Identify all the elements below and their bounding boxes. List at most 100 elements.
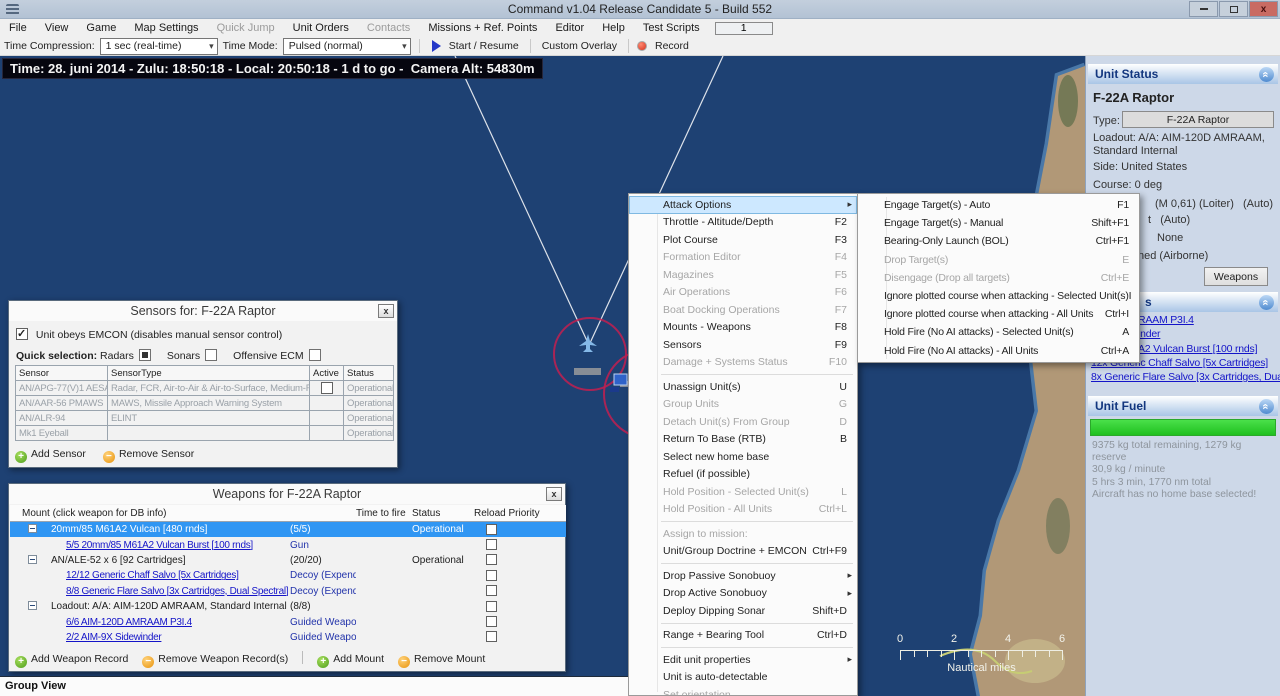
sensor-row[interactable]: AN/APG-77(V)1 AESARadar, FCR, Air-to-Air… bbox=[16, 381, 394, 396]
ctx-deploy-dipping-sonar[interactable]: Deploy Dipping SonarShift+D bbox=[629, 602, 857, 620]
weapon-row[interactable]: 12/12 Generic Chaff Salvo [5x Cartridges… bbox=[10, 568, 566, 583]
unit-type-button[interactable]: F-22A Raptor bbox=[1122, 111, 1274, 128]
collapse-icon[interactable] bbox=[28, 555, 37, 564]
ctx-plot-course[interactable]: Plot CourseF3 bbox=[629, 231, 857, 249]
reload-priority-checkbox[interactable] bbox=[486, 631, 497, 642]
ctx-formation-editor[interactable]: Formation EditorF4 bbox=[629, 249, 857, 267]
start-resume-button[interactable]: Start / Resume bbox=[446, 40, 522, 52]
menu-missions-ref-points[interactable]: Missions + Ref. Points bbox=[419, 19, 546, 37]
weapon-link[interactable]: 2/2 AIM-9X Sidewinder bbox=[66, 632, 161, 643]
weapon-quick-link[interactable]: 8x Generic Flare Salvo [3x Cartridges, D… bbox=[1091, 371, 1280, 383]
ctx-throttle-altitude-depth[interactable]: Throttle - Altitude/DepthF2 bbox=[629, 214, 857, 232]
menu-file[interactable]: File bbox=[0, 19, 36, 37]
remove-mount-button[interactable]: −Remove Mount bbox=[398, 653, 485, 665]
reload-priority-checkbox[interactable] bbox=[486, 554, 497, 565]
weapon-link[interactable]: 5/5 20mm/85 M61A2 Vulcan Burst [100 rnds… bbox=[66, 540, 253, 551]
ctx-magazines[interactable]: MagazinesF5 bbox=[629, 266, 857, 284]
atk-engage-target-s-manual[interactable]: Engage Target(s) - ManualShift+F1 bbox=[858, 214, 1139, 232]
add-weapon-record-button[interactable]: +Add Weapon Record bbox=[15, 653, 128, 665]
ownship-aircraft-icon[interactable] bbox=[579, 334, 597, 352]
menu-view[interactable]: View bbox=[36, 19, 78, 37]
weapon-link[interactable]: 12/12 Generic Chaff Salvo [5x Cartridges… bbox=[66, 570, 239, 581]
collapse-icon[interactable] bbox=[28, 601, 37, 610]
quick-option-checkbox-radars[interactable] bbox=[139, 349, 151, 361]
custom-overlay-button[interactable]: Custom Overlay bbox=[539, 40, 620, 52]
add-mount-button[interactable]: +Add Mount bbox=[317, 653, 384, 665]
collapse-chevron-icon[interactable]: » bbox=[1259, 399, 1274, 414]
ctx-refuel-if-possible[interactable]: Refuel (if possible) bbox=[629, 466, 857, 484]
reload-priority-checkbox[interactable] bbox=[486, 570, 497, 581]
weapon-row[interactable]: AN/ALE-52 x 6 [92 Cartridges](20/20)Oper… bbox=[10, 553, 566, 568]
reload-priority-checkbox[interactable] bbox=[486, 539, 497, 550]
remove-weapon-record-s-button[interactable]: −Remove Weapon Record(s) bbox=[142, 653, 288, 665]
collapse-icon[interactable] bbox=[28, 524, 37, 533]
test-scripts-count-input[interactable] bbox=[715, 22, 773, 35]
atk-drop-target-s[interactable]: Drop Target(s)E bbox=[858, 251, 1139, 269]
weapon-link[interactable]: 8/8 Generic Flare Salvo [3x Cartridges, … bbox=[66, 586, 288, 597]
remove-sensor-button[interactable]: −Remove Sensor bbox=[103, 448, 194, 460]
ctx-mounts-weapons[interactable]: Mounts - WeaponsF8 bbox=[629, 319, 857, 337]
menu-help[interactable]: Help bbox=[593, 19, 634, 37]
ctx-hold-position-selected-unit-s[interactable]: Hold Position - Selected Unit(s)L bbox=[629, 483, 857, 501]
weapons-button[interactable]: Weapons bbox=[1204, 267, 1268, 286]
sensors-dialog-titlebar[interactable]: Sensors for: F-22A Raptor x bbox=[9, 301, 397, 321]
ctx-edit-unit-properties[interactable]: Edit unit properties▸ bbox=[629, 651, 857, 669]
atk-ignore-plotted-course-when-attacking-all-units[interactable]: Ignore plotted course when attacking - A… bbox=[858, 305, 1139, 323]
ctx-damage-systems-status[interactable]: Damage + Systems StatusF10 bbox=[629, 354, 857, 372]
close-icon[interactable]: x bbox=[378, 304, 394, 318]
sensor-row[interactable]: AN/ALR-94ELINTOperational bbox=[16, 411, 394, 426]
sensor-row[interactable]: AN/AAR-56 PMAWSMAWS, Missile Approach Wa… bbox=[16, 396, 394, 411]
contact-icon[interactable] bbox=[614, 374, 627, 385]
record-button[interactable]: Record bbox=[652, 40, 692, 52]
ctx-select-new-home-base[interactable]: Select new home base bbox=[629, 448, 857, 466]
weapons-dialog-titlebar[interactable]: Weapons for F-22A Raptor x bbox=[9, 484, 565, 504]
atk-ignore-plotted-course-when-attacking-selected-unit-s[interactable]: Ignore plotted course when attacking - S… bbox=[858, 287, 1139, 305]
ctx-drop-passive-sonobuoy[interactable]: Drop Passive Sonobuoy▸ bbox=[629, 567, 857, 585]
ctx-unassign-unit-s[interactable]: Unassign Unit(s)U bbox=[629, 378, 857, 396]
collapse-chevron-icon[interactable]: » bbox=[1259, 295, 1274, 310]
emcon-checkbox[interactable] bbox=[16, 328, 28, 340]
weapon-row[interactable]: 20mm/85 M61A2 Vulcan [480 rnds](5/5)Oper… bbox=[10, 522, 566, 537]
collapse-chevron-icon[interactable]: » bbox=[1259, 67, 1274, 82]
sensor-row[interactable]: Mk1 EyeballOperational bbox=[16, 426, 394, 441]
menu-editor[interactable]: Editor bbox=[546, 19, 593, 37]
ctx-sensors[interactable]: SensorsF9 bbox=[629, 336, 857, 354]
ctx-return-to-base-rtb[interactable]: Return To Base (RTB)B bbox=[629, 431, 857, 449]
reload-priority-checkbox[interactable] bbox=[486, 616, 497, 627]
reload-priority-checkbox[interactable] bbox=[486, 601, 497, 612]
weapon-link[interactable]: 6/6 AIM-120D AMRAAM P3I.4 bbox=[66, 617, 192, 628]
minimize-button[interactable] bbox=[1189, 1, 1218, 17]
unit-status-header[interactable]: Unit Status » bbox=[1088, 64, 1278, 84]
weapon-row[interactable]: 8/8 Generic Flare Salvo [3x Cartridges, … bbox=[10, 584, 566, 599]
active-checkbox[interactable] bbox=[321, 382, 333, 394]
reload-priority-checkbox[interactable] bbox=[486, 585, 497, 596]
reload-priority-checkbox[interactable] bbox=[486, 524, 497, 535]
weapon-row[interactable]: 6/6 AIM-120D AMRAAM P3I.4Guided Weapon bbox=[10, 614, 566, 629]
menu-contacts[interactable]: Contacts bbox=[358, 19, 419, 37]
ctx-detach-unit-s-from-group[interactable]: Detach Unit(s) From GroupD bbox=[629, 413, 857, 431]
weapon-quick-link[interactable]: RAAM P3I.4 bbox=[1138, 314, 1194, 326]
close-button[interactable]: x bbox=[1249, 1, 1278, 17]
ctx-boat-docking-operations[interactable]: Boat Docking OperationsF7 bbox=[629, 301, 857, 319]
time-compression-select[interactable]: 1 sec (real-time)▾ bbox=[100, 38, 218, 55]
time-mode-select[interactable]: Pulsed (normal)▾ bbox=[283, 38, 411, 55]
quick-option-checkbox-sonars[interactable] bbox=[205, 349, 217, 361]
add-sensor-button[interactable]: +Add Sensor bbox=[15, 448, 86, 460]
close-icon[interactable]: x bbox=[546, 487, 562, 501]
maximize-button[interactable] bbox=[1219, 1, 1248, 17]
menu-game[interactable]: Game bbox=[77, 19, 125, 37]
atk-engage-target-s-auto[interactable]: Engage Target(s) - AutoF1 bbox=[858, 196, 1139, 214]
ctx-air-operations[interactable]: Air OperationsF6 bbox=[629, 284, 857, 302]
ctx-assign-to-mission[interactable]: Assign to mission: bbox=[629, 525, 857, 543]
weapon-row[interactable]: 2/2 AIM-9X SidewinderGuided Weapon bbox=[10, 630, 566, 645]
menu-test-scripts[interactable]: Test Scripts bbox=[634, 19, 709, 37]
title-bar[interactable]: Command v1.04 Release Candidate 5 - Buil… bbox=[0, 0, 1280, 19]
weapon-quick-link[interactable]: A2 Vulcan Burst [100 rnds] bbox=[1138, 343, 1257, 355]
atk-disengage-drop-all-targets[interactable]: Disengage (Drop all targets)Ctrl+E bbox=[858, 269, 1139, 287]
ctx-hold-position-all-units[interactable]: Hold Position - All UnitsCtrl+L bbox=[629, 501, 857, 519]
atk-hold-fire-no-ai-attacks-all-units[interactable]: Hold Fire (No AI attacks) - All UnitsCtr… bbox=[858, 342, 1139, 360]
ctx-unit-group-doctrine-emcon[interactable]: Unit/Group Doctrine + EMCONCtrl+F9 bbox=[629, 543, 857, 561]
ctx-range-bearing-tool[interactable]: Range + Bearing ToolCtrl+D bbox=[629, 627, 857, 645]
ctx-unit-is-auto-detectable[interactable]: Unit is auto-detectable bbox=[629, 669, 857, 687]
ctx-attack-options[interactable]: Attack Options▸ bbox=[629, 196, 857, 214]
